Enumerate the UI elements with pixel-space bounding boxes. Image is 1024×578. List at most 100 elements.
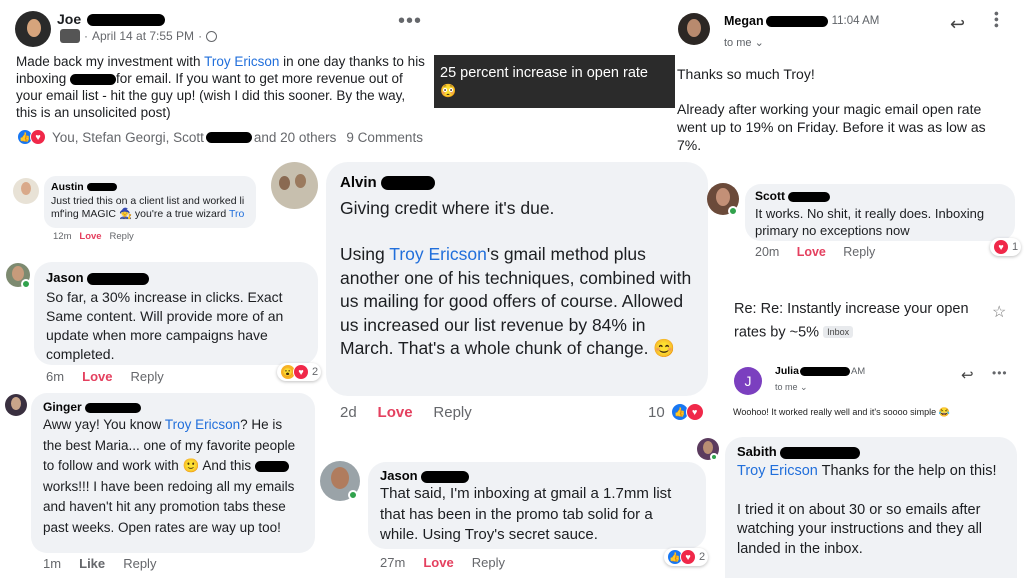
reply-button[interactable]: Reply <box>131 369 164 384</box>
reply-button[interactable]: Reply <box>110 231 134 242</box>
redaction <box>87 14 166 27</box>
ginger-actions: 1m Like Reply <box>43 556 157 571</box>
megan-avatar[interactable] <box>678 13 710 45</box>
megan-recipient[interactable]: to me ⌄ <box>724 36 764 49</box>
more-options-icon[interactable]: ••• <box>992 366 1008 380</box>
more-options-icon[interactable]: ••• <box>398 10 422 33</box>
ginger-name[interactable]: Ginger <box>43 399 303 415</box>
heart-icon: ♥ <box>680 549 696 565</box>
jason2-name[interactable]: Jason <box>380 467 694 484</box>
austin-name[interactable]: Austin <box>51 181 249 195</box>
post-text: Made back my investment with Troy Ericso… <box>16 54 425 120</box>
redaction <box>780 446 861 459</box>
redaction <box>380 176 435 191</box>
sabith-text-1: Troy Ericson Thanks for the help on this… <box>737 463 997 479</box>
austin-avatar[interactable] <box>13 178 39 204</box>
like-button[interactable]: Like <box>79 556 105 571</box>
smile-emoji: 🙂 <box>182 458 200 473</box>
troy-ericson-link[interactable]: Troy Ericson <box>165 417 240 432</box>
reactions-badge[interactable]: 😮 ♥ 2 <box>277 363 322 381</box>
alvin-avatar[interactable] <box>271 162 318 209</box>
online-indicator <box>728 206 738 216</box>
reply-arrow-icon[interactable]: ↩ <box>961 366 974 384</box>
sabith-text-2: I tried it on about 30 or so emails afte… <box>737 501 983 557</box>
redaction <box>788 191 831 202</box>
jason-actions: 6m Love Reply <box>46 369 164 384</box>
more-options-icon[interactable]: ••• <box>989 11 1005 29</box>
redaction <box>421 470 470 483</box>
separator: · <box>84 29 88 43</box>
troy-ericson-link[interactable]: Troy Ericson <box>737 463 818 479</box>
scott-text: It works. No shit, it really does. Inbox… <box>755 206 985 238</box>
jason-bubble: Jason So far, a 30% increase in clicks. … <box>34 262 318 365</box>
joe-name[interactable]: Joe <box>57 11 166 27</box>
star-icon[interactable]: ☆ <box>992 302 1006 322</box>
sabith-bubble: Sabith Troy Ericson Thanks for the help … <box>725 437 1017 578</box>
online-indicator <box>710 453 718 461</box>
alvin-reactions[interactable]: 10 👍 ♥ <box>648 403 704 421</box>
heart-icon: ♥ <box>30 129 46 145</box>
redaction <box>87 272 150 285</box>
reply-button[interactable]: Reply <box>433 404 471 421</box>
email-time: 11:04 AM <box>831 15 880 27</box>
love-button[interactable]: Love <box>82 369 112 384</box>
globe-icon <box>206 30 218 42</box>
reply-button[interactable]: Reply <box>123 556 156 571</box>
austin-bubble: Austin Just tried this on a client list … <box>44 176 256 228</box>
love-button[interactable]: Love <box>423 555 453 570</box>
smile-emoji: 😊 <box>653 338 676 358</box>
love-button[interactable]: Love <box>378 404 413 421</box>
banner-text: 25 percent increase in open rate <box>440 65 648 81</box>
chevron-down-icon[interactable]: ⌄ <box>755 37 764 49</box>
reply-arrow-icon[interactable]: ↩ <box>950 14 965 35</box>
redaction <box>765 15 828 27</box>
reactions-badge[interactable]: ♥ 1 <box>990 238 1022 256</box>
troy-ericson-link[interactable]: Troy Ericson <box>204 54 279 69</box>
post-date[interactable]: April 14 at 7:55 PM <box>92 29 194 43</box>
inbox-badge[interactable]: Inbox <box>823 326 854 338</box>
post-reactions[interactable]: 👍 ♥ You, Stefan Georgi, Scott and 20 oth… <box>17 129 423 145</box>
redaction <box>799 366 850 376</box>
scott-actions: 20m Love Reply <box>755 245 876 259</box>
redaction <box>70 73 117 85</box>
alvin-line1: Giving credit where it's due. <box>340 197 555 218</box>
profile-badge-icon <box>60 29 80 43</box>
love-button[interactable]: Love <box>797 245 826 259</box>
comments-count[interactable]: 9 Comments <box>346 130 423 145</box>
jason2-text: That said, I'm inboxing at gmail a 1.7mm… <box>380 485 672 543</box>
ginger-text: Aww yay! You know Troy Ericson? He is th… <box>43 417 296 535</box>
julia-avatar[interactable]: J <box>734 367 762 395</box>
flushed-emoji: 😳 <box>440 83 457 98</box>
email-subject: Re: Re: Instantly increase your open rat… <box>734 301 969 341</box>
reactions-badge[interactable]: 👍 ♥ 2 <box>664 548 709 566</box>
redaction <box>205 131 252 143</box>
jason-name[interactable]: Jason <box>46 268 306 287</box>
jason2-actions: 27m Love Reply <box>380 555 506 570</box>
scott-bubble: Scott It works. No shit, it really does.… <box>745 184 1015 241</box>
julia-recipient[interactable]: to me ⌄ <box>775 382 808 393</box>
joe-avatar[interactable] <box>15 11 51 47</box>
reply-button[interactable]: Reply <box>843 245 875 259</box>
julia-sender: Julia AM <box>775 365 866 377</box>
austin-actions: 12m Love Reply <box>53 231 134 242</box>
troy-ericson-link[interactable]: Tro <box>229 208 244 220</box>
julia-body: Woohoo! It worked really well and it's s… <box>733 407 950 417</box>
megan-sender: Megan 11:04 AM <box>724 14 880 28</box>
scott-name[interactable]: Scott <box>755 188 1005 205</box>
laugh-emoji: 😂 <box>938 407 950 417</box>
love-button[interactable]: Love <box>79 231 101 242</box>
redaction <box>86 183 117 192</box>
austin-text: Just tried this on a client list and wor… <box>51 194 245 207</box>
alvin-text: Using Troy Ericson's gmail method plus a… <box>340 244 692 358</box>
alvin-name[interactable]: Alvin <box>340 171 694 195</box>
reply-button[interactable]: Reply <box>472 555 505 570</box>
chevron-down-icon[interactable]: ⌄ <box>800 382 808 392</box>
troy-ericson-link[interactable]: Troy Ericson <box>389 244 487 264</box>
ginger-avatar[interactable] <box>5 394 27 416</box>
sabith-name[interactable]: Sabith <box>737 443 1005 460</box>
separator: · <box>198 29 203 43</box>
redaction <box>85 402 142 413</box>
jason-text: So far, a 30% increase in clicks. Exact … <box>46 289 284 362</box>
alvin-actions: 2d Love Reply <box>340 404 472 421</box>
online-indicator <box>21 279 31 289</box>
